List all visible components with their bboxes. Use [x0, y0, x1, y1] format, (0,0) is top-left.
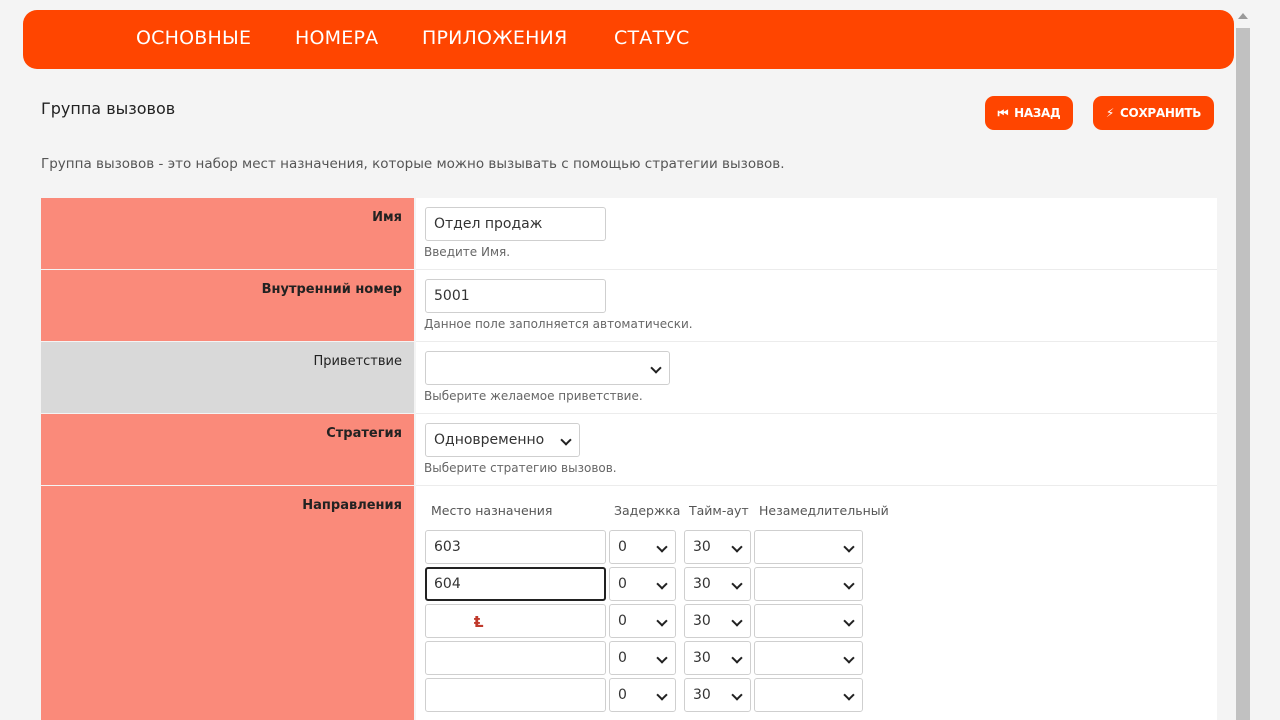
immediate-select[interactable] — [754, 530, 863, 564]
strategy-select[interactable]: Одновременно — [425, 423, 580, 457]
nav-item-numbers[interactable]: НОМЕРА — [295, 27, 378, 49]
delay-select[interactable]: 0 — [609, 678, 676, 712]
nav-item-general[interactable]: ОСНОВНЫЕ — [136, 27, 251, 49]
timeout-value: 30 — [693, 650, 711, 666]
greeting-select[interactable] — [425, 351, 670, 385]
strategy-field-cell: Одновременно Выберите стратегию вызовов. — [416, 414, 1217, 486]
immediate-select[interactable] — [754, 678, 863, 712]
col-header-timeout: Тайм-аут — [689, 503, 749, 518]
back-button[interactable]: ⏮ НАЗАД — [985, 96, 1073, 130]
page-description: Группа вызовов - это набор мест назначен… — [41, 156, 785, 172]
top-nav-bar: ОСНОВНЫЕ НОМЕРА ПРИЛОЖЕНИЯ СТАТУС — [23, 10, 1234, 69]
immediate-select[interactable] — [754, 604, 863, 638]
row-greeting: Приветствие Выберите желаемое приветстви… — [41, 342, 1217, 414]
back-button-label: НАЗАД — [1014, 106, 1061, 120]
extension-field-cell: 5001 Данное поле заполняется автоматичес… — [416, 270, 1217, 342]
delay-select[interactable]: 0 — [609, 641, 676, 675]
name-label: Имя — [41, 198, 414, 269]
col-header-destination: Место назначения — [431, 503, 553, 518]
page-title: Группа вызовов — [41, 99, 176, 118]
extension-hint: Данное поле заполняется автоматически. — [424, 317, 693, 331]
timeout-value: 30 — [693, 539, 711, 555]
delay-value: 0 — [618, 539, 627, 555]
greeting-hint: Выберите желаемое приветствие. — [424, 389, 643, 403]
timeout-select[interactable]: 30 — [684, 604, 751, 638]
destinations-label: Направления — [41, 486, 414, 720]
immediate-select[interactable] — [754, 641, 863, 675]
timeout-select[interactable]: 30 — [684, 678, 751, 712]
col-header-immediate: Незамедлительный — [759, 503, 889, 518]
delay-value: 0 — [618, 613, 627, 629]
destination-input[interactable]: 603 — [425, 530, 606, 564]
nav-item-status[interactable]: СТАТУС — [614, 27, 690, 49]
row-strategy: Стратегия Одновременно Выберите стратеги… — [41, 414, 1217, 486]
destination-input[interactable] — [425, 678, 606, 712]
timeout-select[interactable]: 30 — [684, 530, 751, 564]
delay-value: 0 — [618, 687, 627, 703]
delay-select[interactable]: 0 — [609, 604, 676, 638]
destination-input[interactable] — [425, 641, 606, 675]
extension-label: Внутренний номер — [41, 270, 414, 341]
greeting-label: Приветствие — [41, 342, 414, 413]
name-input[interactable]: Отдел продаж — [425, 207, 606, 241]
name-field-cell: Отдел продаж Введите Имя. — [416, 198, 1217, 270]
scroll-up-arrow-icon[interactable] — [1238, 13, 1248, 19]
col-header-delay: Задержка — [614, 503, 681, 518]
timeout-select[interactable]: 30 — [684, 567, 751, 601]
text-cursor-icon: Ⱡ — [474, 613, 484, 631]
save-button[interactable]: ⚡ СОХРАНИТЬ — [1093, 96, 1214, 130]
delay-select[interactable]: 0 — [609, 567, 676, 601]
name-hint: Введите Имя. — [424, 245, 511, 259]
delay-select[interactable]: 0 — [609, 530, 676, 564]
skip-back-icon: ⏮ — [997, 105, 1009, 120]
extension-input[interactable]: 5001 — [425, 279, 606, 313]
strategy-select-value: Одновременно — [434, 432, 545, 448]
strategy-label: Стратегия — [41, 414, 414, 485]
row-extension: Внутренний номер 5001 Данное поле заполн… — [41, 270, 1217, 342]
strategy-hint: Выберите стратегию вызовов. — [424, 461, 617, 475]
destination-input[interactable] — [425, 604, 606, 638]
destination-input[interactable]: 604 — [425, 567, 606, 601]
delay-value: 0 — [618, 650, 627, 666]
timeout-value: 30 — [693, 576, 711, 592]
timeout-value: 30 — [693, 613, 711, 629]
save-button-label: СОХРАНИТЬ — [1120, 106, 1202, 120]
delay-value: 0 — [618, 576, 627, 592]
main-nav: ОСНОВНЫЕ НОМЕРА ПРИЛОЖЕНИЯ СТАТУС — [23, 10, 1234, 69]
lightning-icon: ⚡ — [1105, 106, 1115, 120]
timeout-select[interactable]: 30 — [684, 641, 751, 675]
nav-item-applications[interactable]: ПРИЛОЖЕНИЯ — [422, 27, 567, 49]
timeout-value: 30 — [693, 687, 711, 703]
row-destinations: Направления Место назначения Задержка Та… — [41, 486, 1217, 720]
immediate-select[interactable] — [754, 567, 863, 601]
vertical-scrollbar[interactable] — [1236, 28, 1250, 720]
destinations-field-cell: Место назначения Задержка Тайм-аут Незам… — [416, 486, 1217, 720]
greeting-field-cell: Выберите желаемое приветствие. — [416, 342, 1217, 414]
row-name: Имя Отдел продаж Введите Имя. — [41, 198, 1217, 270]
